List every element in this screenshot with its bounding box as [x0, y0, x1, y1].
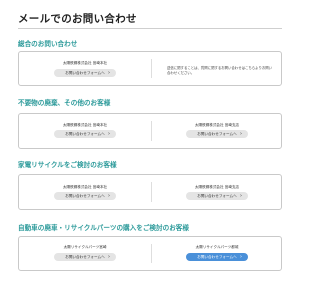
chevron-right-icon: ›	[108, 254, 110, 260]
branch-label: 太陽リサイクルパーツ都城	[195, 245, 239, 249]
contact-form-button-active[interactable]: お問い合わせフォームへ ›	[186, 253, 248, 261]
branch-label: 太陽鉄鋼株式会社 宮崎本社	[62, 61, 108, 65]
section-heading-auto: 自動車の廃車・リサイクルパーツの購入をご検討のお客様	[18, 224, 189, 232]
button-label: お問い合わせフォームへ	[65, 193, 105, 198]
contact-form-button[interactable]: お問い合わせフォームへ ›	[186, 192, 248, 200]
branch-label: 太陽リサイクルパーツ宮崎	[63, 245, 107, 249]
chevron-right-icon: ›	[240, 131, 242, 137]
contact-form-button[interactable]: お問い合わせフォームへ ›	[54, 130, 116, 138]
contact-cell-waste-left: 太陽鉄鋼株式会社 宮崎本社 お問い合わせフォームへ ›	[19, 114, 151, 148]
contact-form-button[interactable]: お問い合わせフォームへ ›	[186, 130, 248, 138]
page-title: メールでのお問い合わせ	[18, 13, 137, 25]
button-label: お問い合わせフォームへ	[197, 193, 237, 198]
branch-label: 太陽鉄鋼株式会社 宮崎支店	[194, 123, 240, 127]
section-heading-general: 総合のお問い合わせ	[18, 40, 78, 48]
contact-cell-auto-right: 太陽リサイクルパーツ都城 お問い合わせフォームへ ›	[151, 237, 283, 270]
contact-form-button[interactable]: お問い合わせフォームへ ›	[54, 192, 116, 200]
button-label: お問い合わせフォームへ	[197, 254, 237, 259]
chevron-right-icon: ›	[108, 70, 110, 76]
contact-card-auto: 太陽リサイクルパーツ宮崎 お問い合わせフォームへ › 太陽リサイクルパーツ都城 …	[18, 236, 282, 271]
section-heading-appliance: 家電リサイクルをご検討のお客様	[18, 161, 117, 169]
chevron-right-icon: ›	[108, 131, 110, 137]
section-heading-waste: 不要物の廃棄、その他のお客様	[18, 99, 111, 107]
title-divider	[18, 28, 282, 29]
contact-form-button[interactable]: お問い合わせフォームへ ›	[54, 253, 116, 261]
contact-card-general: 太陽鉄鋼株式会社 宮崎本社 お問い合わせフォームへ › 送信に関することは、質問…	[18, 51, 282, 86]
contact-cell-waste-right: 太陽鉄鋼株式会社 宮崎支店 お問い合わせフォームへ ›	[151, 114, 283, 148]
general-note: 送信に関することは、質問に関するお問い合わせはこちらよりお問い合わせください。	[167, 66, 273, 75]
branch-label: 太陽鉄鋼株式会社 宮崎本社	[62, 123, 108, 127]
branch-label: 太陽鉄鋼株式会社 宮崎支店	[194, 185, 240, 189]
button-label: お問い合わせフォームへ	[65, 70, 105, 75]
contact-form-button[interactable]: お問い合わせフォームへ ›	[54, 69, 116, 77]
contact-cell-auto-left: 太陽リサイクルパーツ宮崎 お問い合わせフォームへ ›	[19, 237, 151, 270]
button-label: お問い合わせフォームへ	[65, 131, 105, 136]
button-label: お問い合わせフォームへ	[197, 131, 237, 136]
contact-card-waste: 太陽鉄鋼株式会社 宮崎本社 お問い合わせフォームへ › 太陽鉄鋼株式会社 宮崎支…	[18, 113, 282, 149]
contact-card-appliance: 太陽鉄鋼株式会社 宮崎本社 お問い合わせフォームへ › 太陽鉄鋼株式会社 宮崎支…	[18, 174, 282, 210]
contact-cell-appliance-left: 太陽鉄鋼株式会社 宮崎本社 お問い合わせフォームへ ›	[19, 175, 151, 209]
chevron-right-icon: ›	[240, 254, 242, 260]
button-label: お問い合わせフォームへ	[65, 254, 105, 259]
contact-cell-general-left: 太陽鉄鋼株式会社 宮崎本社 お問い合わせフォームへ ›	[19, 52, 151, 85]
branch-label: 太陽鉄鋼株式会社 宮崎本社	[62, 185, 108, 189]
chevron-right-icon: ›	[240, 193, 242, 199]
contact-cell-general-right: 送信に関することは、質問に関するお問い合わせはこちらよりお問い合わせください。	[151, 52, 283, 85]
chevron-right-icon: ›	[108, 193, 110, 199]
contact-cell-appliance-right: 太陽鉄鋼株式会社 宮崎支店 お問い合わせフォームへ ›	[151, 175, 283, 209]
